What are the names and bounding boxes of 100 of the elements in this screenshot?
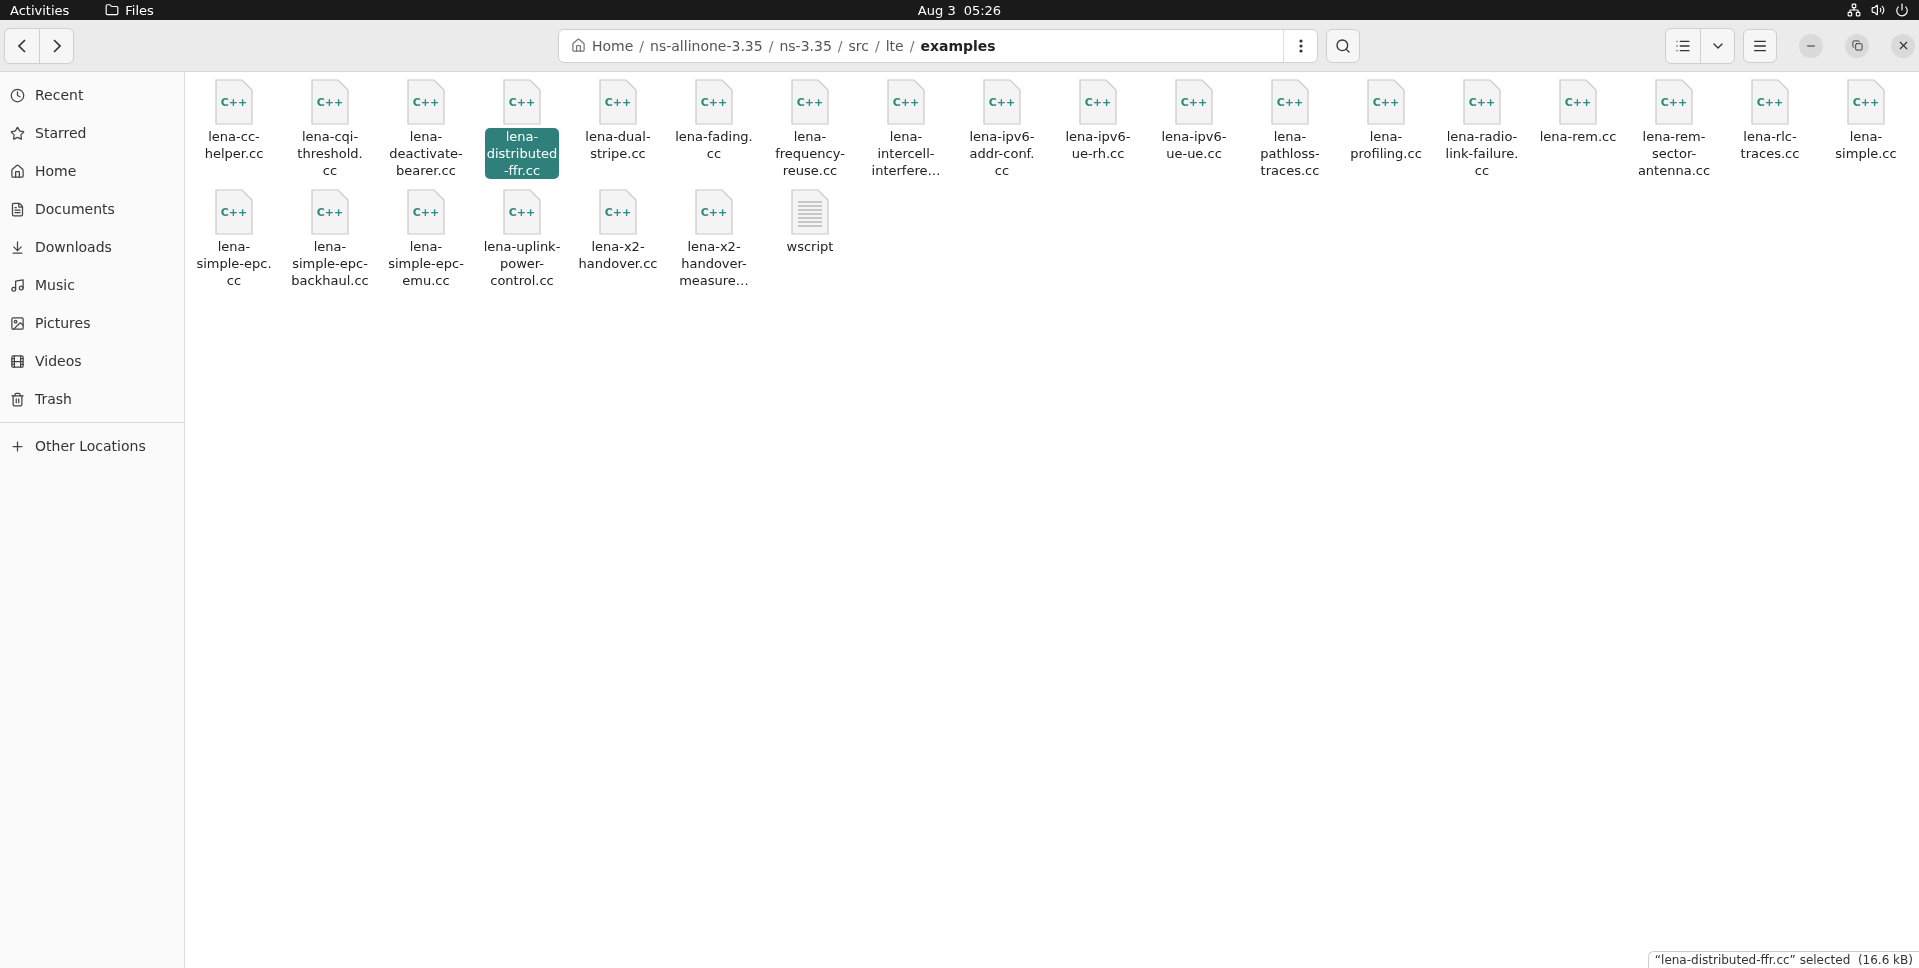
file-type-label: C++ (1179, 96, 1209, 109)
code-file-icon (790, 78, 830, 126)
file-name[interactable]: lena-rem- sector- antenna.cc (1635, 128, 1713, 179)
star-icon (10, 125, 25, 141)
sidebar-item[interactable]: Starred (35, 125, 87, 141)
status-text: “lena-distributed-ffr.cc” selected (16.6 kB) (1647, 951, 1919, 968)
file-type-label: C++ (891, 96, 921, 109)
minimize-button[interactable] (1799, 33, 1823, 58)
restore-button[interactable] (1845, 33, 1869, 58)
file-type-label: C++ (411, 206, 441, 219)
sidebar-item[interactable]: Home (35, 163, 77, 179)
file-type-label: C++ (987, 96, 1017, 109)
file-name[interactable]: lena-fading. cc (673, 128, 755, 162)
sidebar-item[interactable]: Pictures (35, 315, 91, 331)
file-name[interactable]: lena- simple-epc- backhaul.cc (289, 238, 371, 289)
file-name[interactable]: wscript (784, 238, 836, 255)
chevron-left-icon (18, 38, 26, 53)
file-name[interactable]: lena-ipv6- ue-rh.cc (1063, 128, 1133, 162)
volume-icon[interactable] (1871, 3, 1885, 17)
file-name[interactable]: lena-dual- stripe.cc (583, 128, 653, 162)
network-icon[interactable] (1847, 3, 1861, 17)
file-name[interactable]: lena- simple.cc (1833, 128, 1899, 162)
text-file-icon (790, 188, 830, 236)
code-file-icon (310, 188, 350, 236)
file-name[interactable]: lena-x2- handover- measure… (677, 238, 751, 289)
file-name[interactable]: lena- pathloss- traces.cc (1258, 128, 1322, 179)
sidebar-item[interactable]: Music (35, 277, 75, 293)
file-name[interactable]: lena- simple-epc- emu.cc (386, 238, 466, 289)
path-segment[interactable]: Home (586, 37, 640, 54)
sidebar-item[interactable]: Documents (35, 201, 115, 217)
file-type-label: C++ (315, 206, 345, 219)
sidebar-item[interactable]: Downloads (35, 239, 112, 255)
file-type-label: C++ (1563, 96, 1593, 109)
file-type-label: C++ (411, 96, 441, 109)
menu-button[interactable] (1743, 28, 1777, 63)
code-file-icon (1366, 78, 1406, 126)
path-segment[interactable]: src (842, 37, 875, 54)
vertical-dots-icon (1298, 38, 1303, 53)
file-name[interactable]: lena-uplink- power- control.cc (481, 238, 563, 289)
folder-icon (105, 3, 120, 17)
file-name[interactable]: lena-x2- handover.cc (576, 238, 660, 272)
file-name[interactable]: lena-radio- link-failure. cc (1443, 128, 1521, 179)
close-button[interactable] (1891, 33, 1915, 58)
code-file-icon (598, 188, 638, 236)
file-type-label: C++ (1467, 96, 1497, 109)
activities-button[interactable]: Activities (10, 2, 70, 18)
file-name[interactable]: lena- frequency- reuse.cc (773, 128, 847, 179)
path-separator: / (639, 37, 645, 54)
file-name[interactable]: lena-ipv6- ue-ue.cc (1159, 128, 1229, 162)
file-type-label: C++ (1851, 96, 1881, 109)
file-type-label: C++ (603, 206, 633, 219)
sidebar-item[interactable]: Recent (35, 87, 84, 103)
code-file-icon (1462, 78, 1502, 126)
trash-icon (10, 391, 25, 407)
file-type-label: C++ (699, 206, 729, 219)
sidebar-item[interactable]: Videos (35, 353, 82, 369)
file-type-label: C++ (1083, 96, 1113, 109)
file-name[interactable]: lena-cqi- threshold. cc (295, 128, 365, 179)
code-file-icon (598, 78, 638, 126)
time-text[interactable]: 05:26 (963, 2, 1002, 18)
code-file-icon (886, 78, 926, 126)
download-icon (10, 239, 25, 255)
code-file-icon (1270, 78, 1310, 126)
search-icon (1335, 37, 1351, 54)
code-file-icon (694, 188, 734, 236)
code-file-icon (502, 188, 542, 236)
path-segment[interactable]: examples (914, 37, 1002, 54)
code-file-icon (310, 78, 350, 126)
path-separator: / (874, 37, 880, 54)
file-name[interactable]: lena-ipv6- addr-conf. cc (967, 128, 1037, 179)
path-separator: / (768, 37, 774, 54)
file-name[interactable]: lena- profiling.cc (1348, 128, 1424, 162)
file-name[interactable]: lena-rem.cc (1537, 128, 1619, 145)
file-name[interactable]: lena- deactivate- bearer.cc (387, 128, 465, 179)
film-icon (10, 353, 25, 369)
code-file-icon (214, 78, 254, 126)
file-name[interactable]: lena-rlc- traces.cc (1738, 128, 1802, 162)
power-icon[interactable] (1895, 3, 1909, 17)
file-type-label: C++ (507, 96, 537, 109)
file-type-label: C++ (315, 96, 345, 109)
code-file-icon (406, 78, 446, 126)
file-name[interactable]: lena-cc- helper.cc (202, 128, 266, 162)
file-type-label: C++ (507, 206, 537, 219)
date-text[interactable]: Aug 3 (917, 2, 956, 18)
search-button[interactable] (1326, 28, 1360, 63)
file-type-label: C++ (1755, 96, 1785, 109)
path-segment[interactable]: lte (879, 37, 910, 54)
file-type-label: C++ (795, 96, 825, 109)
file-type-label: C++ (219, 96, 249, 109)
sidebar-item[interactable]: Other Locations (35, 438, 146, 454)
file-name[interactable]: lena- distributed -ffr.cc (484, 128, 560, 179)
path-segment[interactable]: ns-3.35 (773, 37, 838, 54)
file-type-label: C++ (1659, 96, 1689, 109)
sidebar-item[interactable]: Trash (35, 391, 72, 407)
code-file-icon (694, 78, 734, 126)
file-name[interactable]: lena- intercell- interfere… (869, 128, 943, 179)
file-name[interactable]: lena- simple-epc. cc (194, 238, 274, 289)
plus-icon (10, 438, 25, 454)
path-segment[interactable]: ns-allinone-3.35 (644, 37, 769, 54)
app-menu[interactable]: Files (125, 2, 154, 18)
